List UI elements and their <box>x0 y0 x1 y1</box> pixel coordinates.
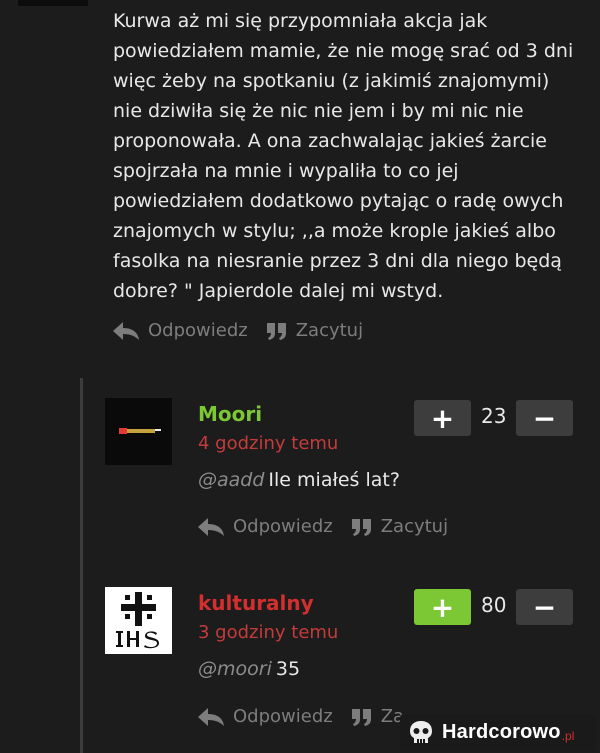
vote-count: 23 <box>481 404 507 428</box>
mention[interactable]: @moori <box>198 658 272 680</box>
watermark-logo: Hardcorowo .pl <box>400 714 596 751</box>
username[interactable]: kulturalny <box>198 591 314 615</box>
reply-text: Ile miałeś lat? <box>268 469 400 491</box>
timestamp: 3 godziny temu <box>198 622 339 643</box>
minus-icon: − <box>532 401 557 435</box>
previous-avatar-edge <box>18 0 88 6</box>
quote-icon <box>351 518 371 536</box>
upvote-button[interactable]: + <box>414 589 471 625</box>
reply-icon <box>198 707 224 726</box>
downvote-button[interactable]: − <box>516 589 573 625</box>
reply-icon <box>198 517 224 536</box>
comment-actions: Odpowiedz Zacytuj <box>112 320 381 341</box>
upvote-button[interactable]: + <box>414 400 471 436</box>
reply-actions: Odpowiedz Za <box>197 706 422 727</box>
quote-button[interactable]: Za <box>351 706 404 727</box>
cross-emblem-avatar <box>105 587 172 654</box>
reply-button[interactable]: Odpowiedz <box>197 516 333 537</box>
reply-label: Odpowiedz <box>233 706 333 727</box>
reply-actions: Odpowiedz Zacytuj <box>197 516 466 537</box>
minus-icon: − <box>532 590 557 624</box>
avatar-image <box>105 398 172 465</box>
comment-body: Kurwa aż mi się przypomniała akcja jak p… <box>113 10 574 302</box>
reply-label: Odpowiedz <box>233 516 333 537</box>
avatar[interactable] <box>105 587 172 654</box>
reply-icon <box>113 321 139 340</box>
downvote-button[interactable]: − <box>516 400 573 436</box>
username[interactable]: Moori <box>198 402 262 426</box>
watermark-tld: .pl <box>561 729 575 743</box>
mention[interactable]: @aadd <box>198 469 264 491</box>
skull-icon <box>410 720 432 743</box>
quote-icon <box>351 708 371 726</box>
thread-line <box>80 378 83 753</box>
reply-body: @moori 35 <box>198 658 300 680</box>
reply-button[interactable]: Odpowiedz <box>197 706 333 727</box>
quote-button[interactable]: Zacytuj <box>351 516 448 537</box>
reply-text: 35 <box>275 658 301 680</box>
reply-body: @aadd Ile miałeś lat? <box>198 469 400 491</box>
watermark-name: Hardcorowo <box>442 721 561 743</box>
timestamp: 4 godziny temu <box>198 433 339 454</box>
quote-icon <box>266 322 286 340</box>
quote-label: Zacytuj <box>295 320 364 341</box>
plus-icon: + <box>430 401 455 435</box>
quote-label: Zacytuj <box>380 516 449 537</box>
avatar[interactable] <box>105 398 172 465</box>
plus-icon: + <box>430 590 455 624</box>
quote-button[interactable]: Zacytuj <box>266 320 363 341</box>
vote-count: 80 <box>481 593 507 617</box>
reply-button[interactable]: Odpowiedz <box>112 320 248 341</box>
reply-label: Odpowiedz <box>148 320 248 341</box>
